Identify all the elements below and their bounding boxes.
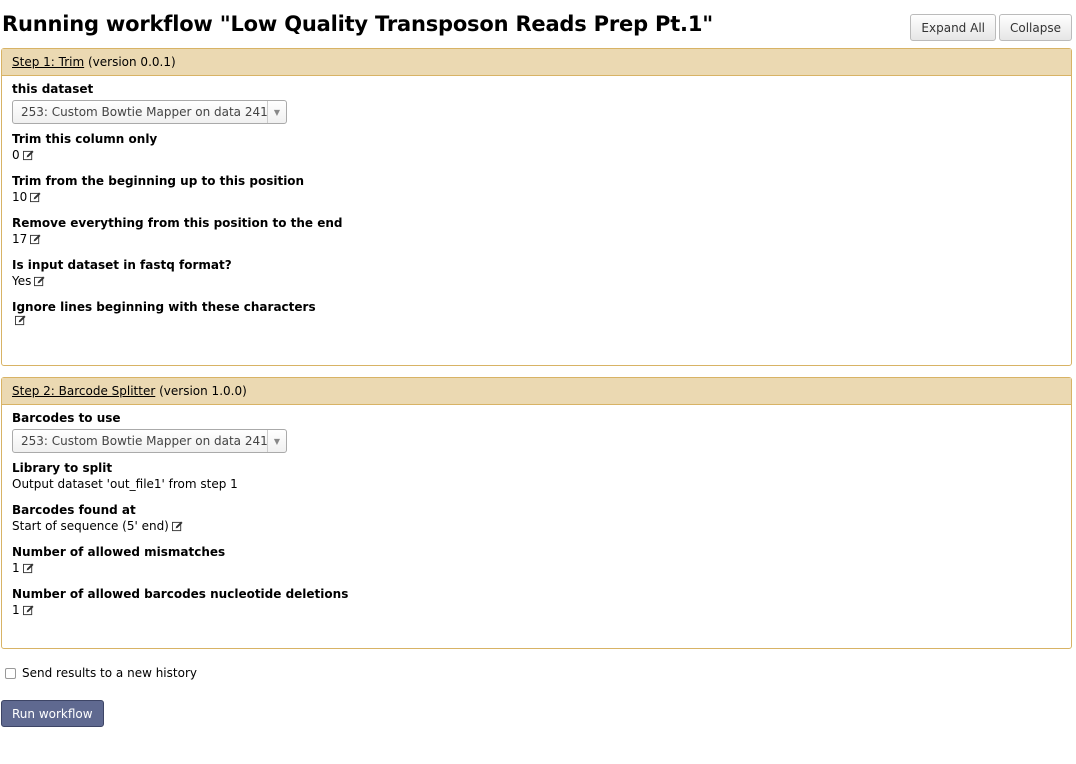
barcodes-field: Barcodes to use 253: Custom Bowtie Mappe… (12, 410, 1061, 453)
edit-icon[interactable] (30, 192, 41, 203)
param-field: Number of allowed barcodes nucleotide de… (12, 586, 1061, 619)
toolbar: Expand All Collapse (910, 14, 1072, 41)
step-2-body: Barcodes to use 253: Custom Bowtie Mappe… (2, 405, 1071, 619)
step-2-panel: Step 2: Barcode Splitter (version 1.0.0)… (1, 377, 1072, 649)
param-field: Number of allowed mismatches 1 (12, 544, 1061, 577)
field-value-row: 17 (12, 231, 1061, 248)
field-value: 10 (12, 190, 28, 204)
field-value-row: 1 (12, 602, 1061, 619)
new-history-option: Send results to a new history (5, 666, 197, 680)
step-2-version: (version 1.0.0) (159, 384, 247, 398)
edit-icon[interactable] (30, 234, 41, 245)
field-label: Remove everything from this position to … (12, 216, 343, 230)
step-1-panel: Step 1: Trim (version 0.0.1) this datase… (1, 48, 1072, 366)
step-1-body: this dataset 253: Custom Bowtie Mapper o… (2, 76, 1071, 326)
new-history-label: Send results to a new history (22, 666, 197, 680)
field-label: Number of allowed mismatches (12, 545, 226, 559)
field-value: Output dataset 'out_file1' from step 1 (12, 477, 238, 491)
field-label: Library to split (12, 461, 113, 475)
step-2-title-link[interactable]: Step 2: Barcode Splitter (12, 384, 155, 398)
field-value: 0 (12, 148, 20, 162)
field-value: 17 (12, 232, 28, 246)
param-field: Trim this column only 0 (12, 131, 1061, 164)
param-field: Trim from the beginning up to this posit… (12, 173, 1061, 206)
select-value: 253: Custom Bowtie Mapper on data 241 (21, 105, 267, 119)
step-1-header: Step 1: Trim (version 0.0.1) (2, 49, 1071, 76)
field-label: Barcodes to use (12, 411, 121, 425)
field-value-row (12, 315, 1061, 326)
field-value-row: Yes (12, 273, 1061, 290)
field-value: Start of sequence (5' end) (12, 519, 169, 533)
dataset-select[interactable]: 253: Custom Bowtie Mapper on data 241 ▼ (12, 100, 287, 124)
field-label: Number of allowed barcodes nucleotide de… (12, 587, 349, 601)
new-history-checkbox[interactable] (5, 667, 16, 679)
step-2-header: Step 2: Barcode Splitter (version 1.0.0) (2, 378, 1071, 405)
barcodes-select[interactable]: 253: Custom Bowtie Mapper on data 241 ▼ (12, 429, 287, 453)
field-label: Trim from the beginning up to this posit… (12, 174, 305, 188)
library-field: Library to split Output dataset 'out_fil… (12, 460, 1061, 493)
chevron-down-icon: ▼ (267, 430, 286, 452)
run-workflow-button[interactable]: Run workflow (1, 700, 104, 727)
param-field: Remove everything from this position to … (12, 215, 1061, 248)
edit-icon[interactable] (22, 150, 34, 161)
chevron-down-icon: ▼ (267, 101, 286, 123)
page-title: Running workflow "Low Quality Transposon… (2, 12, 713, 36)
step-1-version: (version 0.0.1) (87, 55, 176, 69)
select-value: 253: Custom Bowtie Mapper on data 241 (21, 434, 267, 448)
field-value-row: 10 (12, 189, 1061, 206)
param-field: Barcodes found at Start of sequence (5' … (12, 502, 1061, 535)
edit-icon[interactable] (22, 605, 34, 616)
field-label: Is input dataset in fastq format? (12, 258, 232, 272)
field-value-row: 0 (12, 147, 1061, 164)
workflow-run-page: Running workflow "Low Quality Transposon… (0, 0, 1076, 764)
param-field: Ignore lines beginning with these charac… (12, 299, 1061, 326)
field-label: Trim this column only (12, 132, 158, 146)
param-field: Is input dataset in fastq format? Yes (12, 257, 1061, 290)
field-value-row: 1 (12, 560, 1061, 577)
field-value: 1 (12, 603, 20, 617)
expand-all-button[interactable]: Expand All (910, 14, 996, 41)
edit-icon[interactable] (22, 563, 34, 574)
field-value: 1 (12, 561, 20, 575)
edit-icon[interactable] (15, 315, 26, 326)
dataset-field: this dataset 253: Custom Bowtie Mapper o… (12, 81, 1061, 124)
field-label: this dataset (12, 82, 94, 96)
field-value: Yes (12, 274, 32, 288)
step-1-title-link[interactable]: Step 1: Trim (12, 55, 84, 69)
collapse-button[interactable]: Collapse (999, 14, 1072, 41)
edit-icon[interactable] (171, 521, 183, 532)
field-label: Ignore lines beginning with these charac… (12, 300, 316, 314)
field-value-row: Output dataset 'out_file1' from step 1 (12, 476, 1061, 493)
field-label: Barcodes found at (12, 503, 136, 517)
field-value-row: Start of sequence (5' end) (12, 518, 1061, 535)
edit-icon[interactable] (34, 276, 45, 287)
